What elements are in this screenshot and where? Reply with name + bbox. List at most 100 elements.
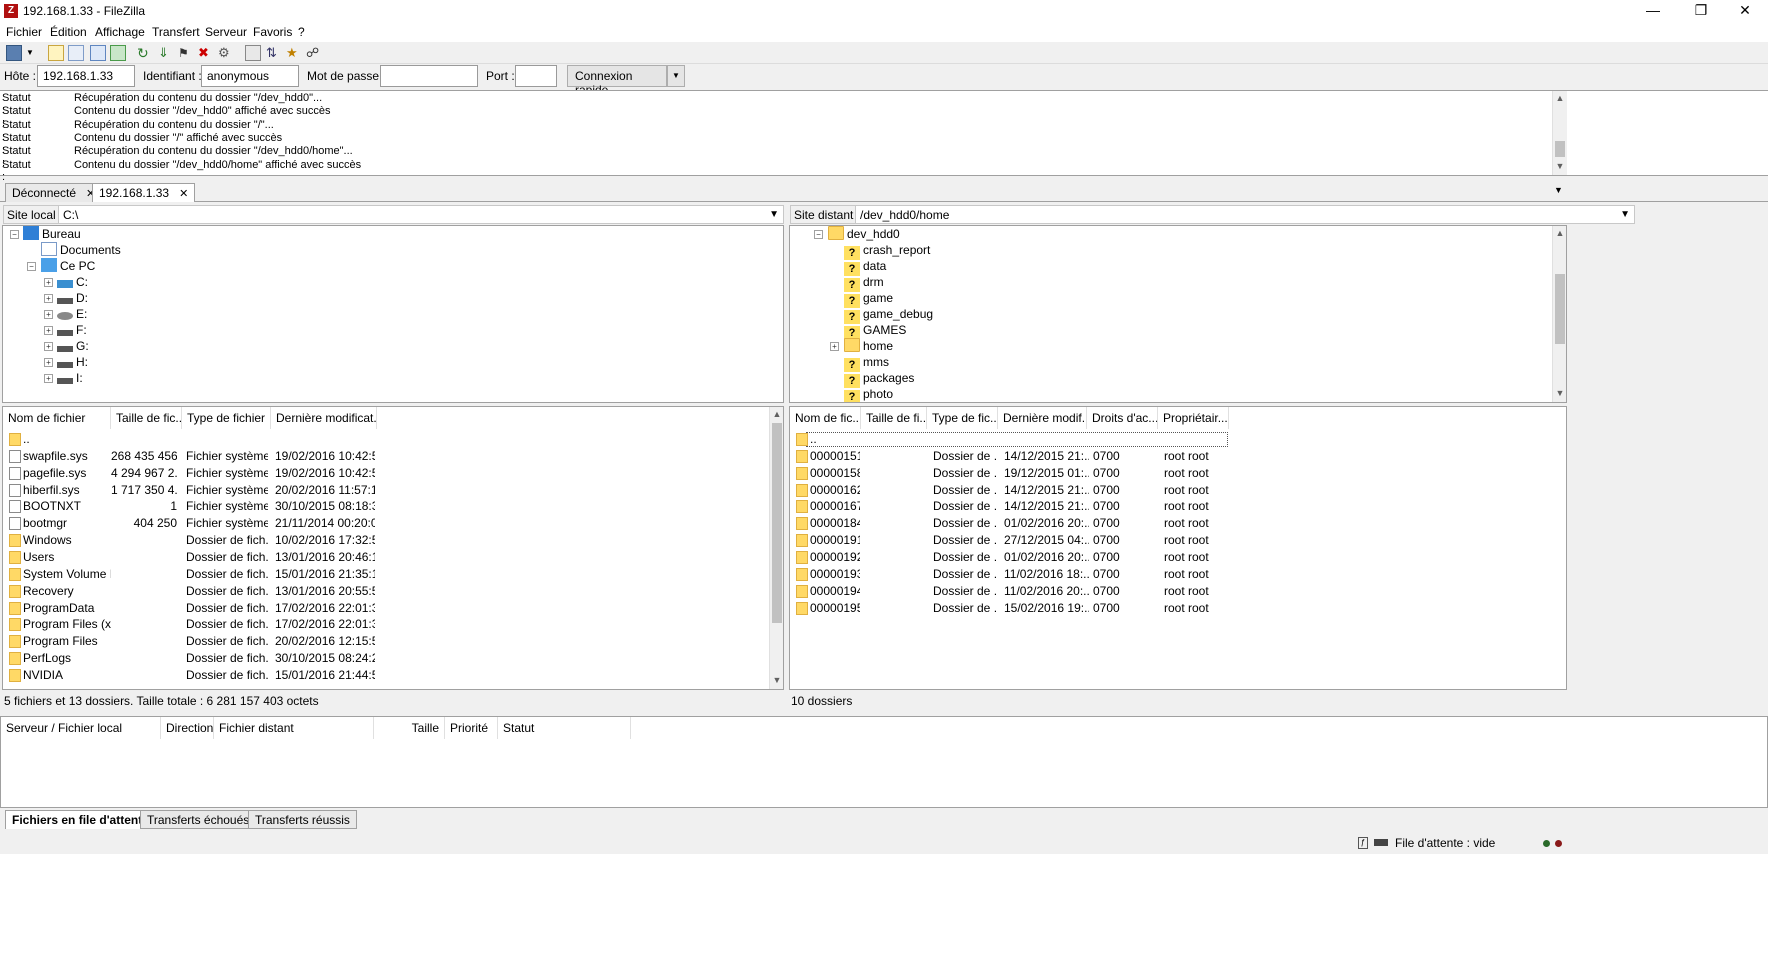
menu-edition[interactable]: Édition [50, 25, 87, 39]
cancel-operation-icon[interactable]: ⚑ [178, 45, 194, 61]
menu-help[interactable]: ? [298, 25, 305, 39]
directory-listing-filters-icon[interactable] [245, 45, 261, 61]
table-row[interactable]: swapfile.sys 268 435 456 Fichier système 19… [3, 448, 767, 465]
collapse-icon[interactable]: − [814, 230, 823, 239]
queue-column-direction[interactable]: Direction [161, 717, 214, 739]
column-header-name[interactable]: Nom de fic... [790, 407, 861, 429]
column-header-permissions[interactable]: Droits d'ac... [1087, 407, 1158, 429]
table-row[interactable]: 00000151 Dossier de ... 14/12/2015 21:... 0… [790, 448, 1550, 465]
tree-item-drive-h[interactable]: H: [57, 354, 88, 370]
table-row[interactable]: .. [3, 431, 767, 448]
queue-column-status[interactable]: Statut [498, 717, 631, 739]
tree-item-drive-d[interactable]: D: [57, 290, 88, 306]
tree-item-bureau[interactable]: Bureau [23, 226, 81, 242]
remote-path-input[interactable]: /dev_hdd0/home ▼ [855, 205, 1635, 224]
table-row[interactable]: pagefile.sys 4 294 967 2... Fichier systèm… [3, 465, 767, 482]
port-input[interactable] [515, 65, 557, 87]
expand-icon[interactable]: + [44, 278, 53, 287]
table-row[interactable]: BOOTNXT 1 Fichier système 30/10/2015 08:18:… [3, 498, 767, 515]
queue-column-local[interactable]: Serveur / Fichier local [1, 717, 161, 739]
chevron-down-icon[interactable]: ▼ [769, 209, 779, 220]
table-row[interactable]: 00000158 Dossier de ... 19/12/2015 01:... 0… [790, 465, 1550, 482]
scroll-thumb[interactable] [1555, 274, 1565, 344]
tree-item-dev-hdd0[interactable]: dev_hdd0 [828, 226, 900, 242]
queue-column-priority[interactable]: Priorité [445, 717, 498, 739]
column-header-type[interactable]: Type de fichier [182, 407, 271, 429]
table-row[interactable]: hiberfil.sys 1 717 350 4... Fichier systèm… [3, 482, 767, 499]
tree-item-drive-i[interactable]: I: [57, 370, 83, 386]
log-scrollbar[interactable]: ▲ ▼ [1552, 91, 1567, 175]
local-path-input[interactable]: C:\ ▼ [58, 205, 784, 224]
tree-item-ce-pc[interactable]: Ce PC [41, 258, 95, 274]
host-input[interactable]: 192.168.1.33 [37, 65, 135, 87]
scroll-thumb[interactable] [1555, 141, 1565, 157]
scroll-down-icon[interactable]: ▼ [770, 675, 783, 685]
tree-item-data[interactable]: ? data [844, 258, 886, 276]
menu-affichage[interactable]: Affichage [95, 25, 145, 39]
refresh-icon[interactable]: ↻ [137, 45, 153, 61]
scroll-up-icon[interactable]: ▲ [1553, 93, 1567, 103]
collapse-icon[interactable]: − [10, 230, 19, 239]
site-manager-dropdown-icon[interactable]: ▼ [26, 45, 36, 61]
scroll-down-icon[interactable]: ▼ [1553, 161, 1567, 171]
search-icon[interactable]: ☍ [306, 45, 322, 61]
toggle-remote-tree-icon[interactable] [90, 45, 106, 61]
tree-item-game[interactable]: ? game [844, 290, 893, 308]
reconnect-icon[interactable]: ⚙ [218, 45, 234, 61]
password-input[interactable] [380, 65, 478, 87]
close-button[interactable]: ✕ [1722, 0, 1768, 22]
table-row[interactable]: Program Files (x... Dossier de fich... 17/… [3, 616, 767, 633]
user-input[interactable]: anonymous [201, 65, 299, 87]
tab-queued-files[interactable]: Fichiers en file d'attente [5, 810, 156, 829]
table-row[interactable]: 00000191 Dossier de ... 27/12/2015 04:... 0… [790, 532, 1550, 549]
tree-item-crash-report[interactable]: ? crash_report [844, 242, 930, 260]
expand-icon[interactable]: + [44, 326, 53, 335]
tree-item-games[interactable]: ? GAMES [844, 322, 906, 340]
table-row[interactable]: PerfLogs Dossier de fich... 30/10/2015 08:… [3, 650, 767, 667]
table-row[interactable]: 00000193 Dossier de ... 11/02/2016 18:... 0… [790, 566, 1550, 583]
tree-item-drive-g[interactable]: G: [57, 338, 89, 354]
table-row[interactable]: ProgramData Dossier de fich... 17/02/2016 … [3, 600, 767, 617]
menu-favoris[interactable]: Favoris [253, 25, 292, 39]
table-row[interactable]: 00000192 Dossier de ... 01/02/2016 20:... 0… [790, 549, 1550, 566]
table-row[interactable]: Windows Dossier de fich... 10/02/2016 17:3… [3, 532, 767, 549]
process-queue-icon[interactable]: ⇓ [158, 45, 174, 61]
toggle-local-tree-icon[interactable] [68, 45, 84, 61]
collapse-icon[interactable]: − [27, 262, 36, 271]
scroll-thumb[interactable] [772, 423, 782, 623]
menu-transfert[interactable]: Transfert [152, 25, 200, 39]
menu-fichier[interactable]: Fichier [6, 25, 42, 39]
column-header-size[interactable]: Taille de fi... [861, 407, 927, 429]
toggle-queue-icon[interactable] [110, 45, 126, 61]
tab-server[interactable]: 192.168.1.33 ✕ [92, 183, 196, 202]
column-header-type[interactable]: Type de fic... [927, 407, 998, 429]
disconnect-icon[interactable]: ✖ [198, 45, 214, 61]
tab-successful-transfers[interactable]: Transferts réussis [248, 810, 357, 829]
column-header-owner[interactable]: Propriétair... [1158, 407, 1229, 429]
tree-item-home[interactable]: home [844, 338, 893, 354]
tabs-dropdown-icon[interactable]: ▼ [1554, 185, 1563, 195]
table-row[interactable]: NVIDIA Dossier de fich... 15/01/2016 21:44… [3, 667, 767, 684]
quickconnect-dropdown-icon[interactable]: ▼ [667, 65, 685, 87]
tree-item-game-debug[interactable]: ? game_debug [844, 306, 933, 324]
chevron-down-icon[interactable]: ▼ [1620, 209, 1630, 220]
remote-tree-scrollbar[interactable]: ▲ ▼ [1552, 226, 1566, 402]
table-row[interactable]: Users Dossier de fich... 13/01/2016 20:46:… [3, 549, 767, 566]
menu-serveur[interactable]: Serveur [205, 25, 247, 39]
table-row[interactable]: System Volume I... Dossier de fich... 15/0… [3, 566, 767, 583]
tree-item-documents[interactable]: Documents [41, 242, 121, 258]
tree-item-mms[interactable]: ? mms [844, 354, 889, 372]
column-header-modified[interactable]: Dernière modificat... [271, 407, 377, 429]
queue-column-size[interactable]: Taille [374, 717, 445, 739]
scroll-up-icon[interactable]: ▲ [770, 409, 783, 419]
tree-item-packages[interactable]: ? packages [844, 370, 914, 388]
expand-icon[interactable]: + [44, 342, 53, 351]
minimize-button[interactable]: — [1630, 0, 1676, 22]
column-header-name[interactable]: Nom de fichier [3, 407, 111, 429]
expand-icon[interactable]: + [44, 294, 53, 303]
table-row[interactable]: 00000167 Dossier de ... 14/12/2015 21:... 0… [790, 498, 1550, 515]
quickconnect-button[interactable]: Connexion rapide [567, 65, 667, 97]
table-row[interactable]: Recovery Dossier de fich... 13/01/2016 20:… [3, 583, 767, 600]
expand-icon[interactable]: + [830, 342, 839, 351]
sync-browsing-icon[interactable]: ★ [286, 45, 302, 61]
